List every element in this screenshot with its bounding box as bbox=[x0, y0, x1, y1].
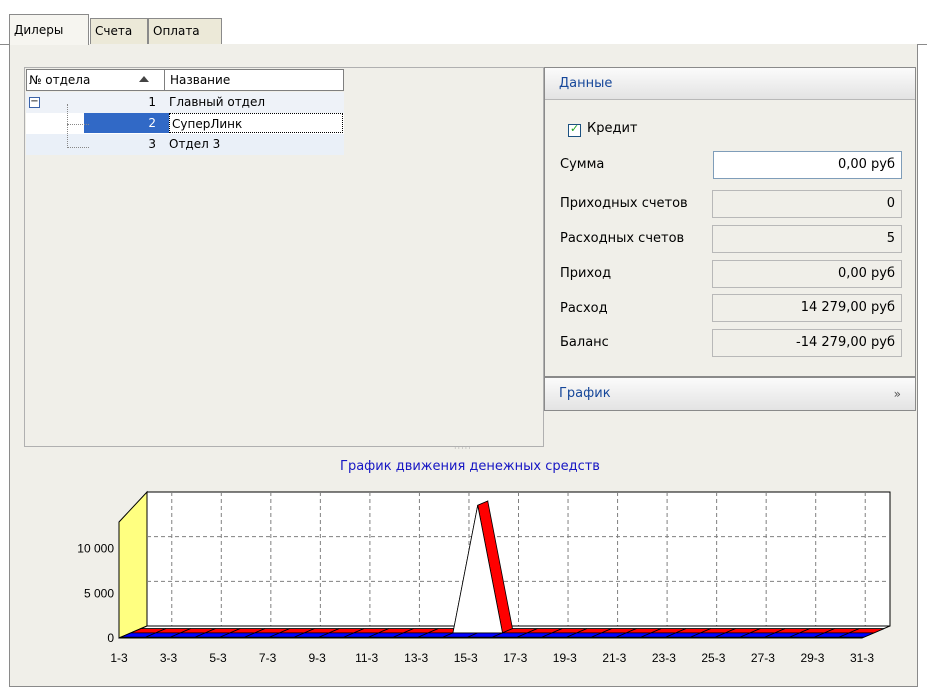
x-tick-label: 5-3 bbox=[209, 651, 227, 665]
x-tick-label: 31-3 bbox=[850, 651, 874, 665]
x-tick-label: 25-3 bbox=[701, 651, 725, 665]
tree-connector-line bbox=[67, 124, 89, 126]
x-tick-label: 27-3 bbox=[751, 651, 775, 665]
tree-row[interactable]: 3 Отдел 3 bbox=[26, 134, 344, 155]
tab-strip: Дилеры Счета Оплата bbox=[0, 0, 927, 45]
tree-header: № отдела Название bbox=[26, 69, 344, 91]
incoming-invoices-field: 0 bbox=[712, 190, 902, 218]
tree-connector-line bbox=[67, 147, 89, 149]
chart-left-wall bbox=[118, 490, 148, 639]
expand-chevron-icon[interactable]: » bbox=[894, 378, 901, 410]
x-tick-label: 3-3 bbox=[160, 651, 178, 665]
tree-connector-line bbox=[67, 104, 69, 148]
x-tick-label: 11-3 bbox=[355, 651, 378, 665]
x-tick-label: 13-3 bbox=[404, 651, 428, 665]
tab-dealers[interactable]: Дилеры bbox=[9, 14, 89, 45]
expense-field: 14 279,00 руб bbox=[712, 294, 902, 322]
balance-label: Баланс bbox=[560, 335, 609, 350]
column-header-dept-number[interactable]: № отдела bbox=[27, 70, 165, 90]
department-tree[interactable]: № отдела Название − 1 Главный отдел 2 Су… bbox=[24, 67, 544, 447]
dept-number: 3 bbox=[148, 137, 156, 151]
x-tick-label: 17-3 bbox=[503, 651, 527, 665]
collapse-icon[interactable]: − bbox=[29, 97, 40, 108]
sort-ascending-icon bbox=[139, 76, 149, 82]
outgoing-invoices-label: Расходных счетов bbox=[560, 231, 685, 246]
column-header-name[interactable]: Название bbox=[166, 70, 344, 90]
x-tick-label: 29-3 bbox=[800, 651, 824, 665]
x-tick-label: 15-3 bbox=[454, 651, 478, 665]
outgoing-invoices-field: 5 bbox=[712, 225, 902, 253]
sum-input[interactable]: 0,00 руб bbox=[713, 151, 902, 179]
chart-canvas: 0 5 000 10 000 1-3 3-3 5-3 7-3 9-3 11-3 13-3 15-3 1… bbox=[77, 490, 891, 665]
incoming-invoices-label: Приходных счетов bbox=[560, 196, 688, 211]
sum-label: Сумма bbox=[560, 157, 605, 172]
tree-row[interactable]: − 1 Главный отдел bbox=[26, 92, 344, 113]
x-tick-label: 23-3 bbox=[652, 651, 676, 665]
dept-name: СуперЛинк bbox=[169, 113, 343, 133]
x-tick-label: 21-3 bbox=[602, 651, 626, 665]
credit-checkbox-label[interactable]: Кредит bbox=[587, 121, 638, 136]
dept-number: 1 bbox=[148, 95, 156, 109]
grip-icon: ····· bbox=[454, 444, 472, 453]
balance-field: -14 279,00 руб bbox=[712, 329, 902, 357]
dept-name: Отдел 3 bbox=[169, 137, 221, 151]
cash-flow-chart: График движения денежных средств 05 000 1… bbox=[24, 452, 916, 686]
income-label: Приход bbox=[560, 266, 612, 281]
credit-checkbox[interactable] bbox=[568, 122, 581, 137]
graph-group-header[interactable]: График » bbox=[544, 377, 916, 411]
dept-name: Главный отдел bbox=[169, 95, 266, 109]
x-tick-label: 9-3 bbox=[308, 651, 326, 665]
data-group-header: Данные bbox=[545, 68, 915, 100]
expense-label: Расход bbox=[560, 301, 608, 316]
tab-payment[interactable]: Оплата bbox=[148, 18, 222, 44]
graph-group-title: График bbox=[559, 386, 611, 401]
x-tick-label: 19-3 bbox=[553, 651, 577, 665]
dept-number: 2 bbox=[148, 116, 156, 130]
x-tick-label: 1-3 bbox=[110, 651, 128, 665]
y-tick-label: 10 000 bbox=[77, 542, 114, 556]
income-field: 0,00 руб bbox=[712, 260, 902, 288]
y-tick-label: 5 000 bbox=[84, 586, 114, 600]
tab-invoices[interactable]: Счета bbox=[90, 18, 148, 44]
x-tick-label: 7-3 bbox=[259, 651, 277, 665]
y-tick-label: 0 bbox=[107, 631, 114, 645]
column-header-dept-number-label: № отдела bbox=[29, 73, 91, 87]
data-group: Данные Кредит Сумма 0,00 руб Приходных с… bbox=[544, 67, 916, 377]
